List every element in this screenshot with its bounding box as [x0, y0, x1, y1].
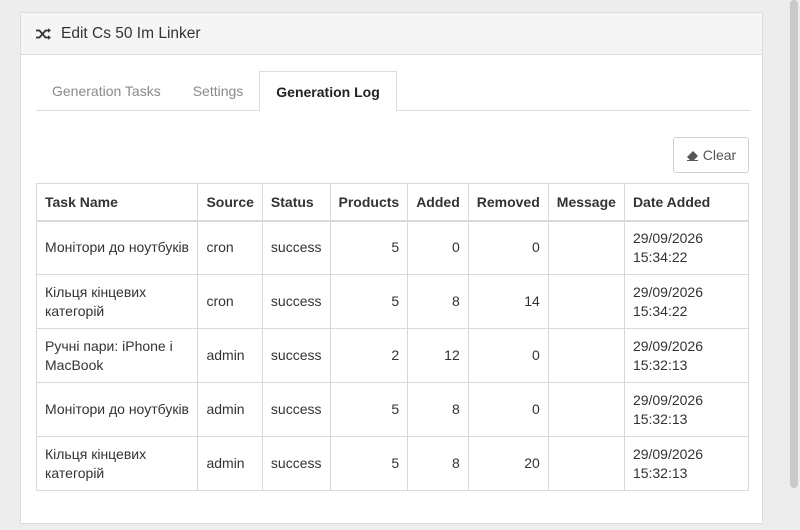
cell-status: success: [261, 274, 331, 329]
table-row: Монітори до ноутбуків cron success 5 0 0…: [35, 220, 750, 275]
cell-task-name: Ручні пари: iPhone і MacBook: [35, 328, 199, 383]
header-removed: Removed: [467, 183, 549, 222]
cell-status: success: [261, 328, 331, 383]
cell-removed: 0: [467, 328, 549, 383]
cell-added: 8: [407, 436, 469, 491]
header-task-name: Task Name: [35, 183, 199, 222]
cell-products: 5: [329, 436, 409, 491]
cell-added: 12: [407, 328, 469, 383]
cell-date-added: 29/09/2026 15:34:22: [623, 220, 750, 275]
cell-status: success: [261, 220, 331, 275]
table-row: Кільця кінцевих категорій cron success 5…: [35, 274, 750, 329]
edit-panel: Edit Cs 50 Im Linker Generation Tasks Se…: [20, 12, 763, 524]
table-row: Ручні пари: iPhone і MacBook admin succe…: [35, 328, 750, 383]
header-products: Products: [329, 183, 409, 222]
cell-date-added: 29/09/2026 15:34:22: [623, 274, 750, 329]
shuffle-icon: [36, 27, 51, 40]
cell-status: success: [261, 382, 331, 437]
cell-source: admin: [197, 328, 263, 383]
clear-button[interactable]: Clear: [673, 137, 749, 173]
cell-products: 5: [329, 220, 409, 275]
header-status: Status: [261, 183, 331, 222]
cell-status: success: [261, 436, 331, 491]
panel-heading: Edit Cs 50 Im Linker: [21, 13, 762, 55]
cell-message: [547, 382, 625, 437]
cell-source: admin: [197, 382, 263, 437]
page-scrollbar[interactable]: [790, 0, 798, 488]
cell-date-added: 29/09/2026 15:32:13: [623, 436, 750, 491]
tab-generation-tasks[interactable]: Generation Tasks: [36, 71, 177, 111]
table-row: Кільця кінцевих категорій admin success …: [35, 436, 750, 491]
cell-source: admin: [197, 436, 263, 491]
tab-settings[interactable]: Settings: [177, 71, 260, 111]
cell-products: 2: [329, 328, 409, 383]
generation-log-table: Task Name Source Status Products Added R…: [35, 183, 750, 491]
cell-task-name: Монітори до ноутбуків: [35, 382, 199, 437]
tab-generation-log[interactable]: Generation Log: [259, 71, 397, 112]
cell-source: cron: [197, 220, 263, 275]
panel-title: Edit Cs 50 Im Linker: [61, 24, 201, 42]
clear-button-label: Clear: [702, 147, 737, 163]
cell-date-added: 29/09/2026 15:32:13: [623, 382, 750, 437]
cell-message: [547, 436, 625, 491]
cell-removed: 0: [467, 382, 549, 437]
cell-message: [547, 274, 625, 329]
cell-removed: 20: [467, 436, 549, 491]
cell-message: [547, 220, 625, 275]
cell-products: 5: [329, 274, 409, 329]
eraser-icon: [686, 150, 698, 161]
cell-added: 0: [407, 220, 469, 275]
cell-task-name: Монітори до ноутбуків: [35, 220, 199, 275]
header-added: Added: [407, 183, 469, 222]
header-source: Source: [197, 183, 263, 222]
table-row: Монітори до ноутбуків admin success 5 8 …: [35, 382, 750, 437]
cell-products: 5: [329, 382, 409, 437]
cell-task-name: Кільця кінцевих категорій: [35, 436, 199, 491]
cell-removed: 0: [467, 220, 549, 275]
cell-date-added: 29/09/2026 15:32:13: [623, 328, 750, 383]
cell-removed: 14: [467, 274, 549, 329]
cell-added: 8: [407, 382, 469, 437]
cell-source: cron: [197, 274, 263, 329]
table-header-row: Task Name Source Status Products Added R…: [35, 183, 750, 222]
header-date-added: Date Added: [623, 183, 750, 222]
header-message: Message: [547, 183, 625, 222]
cell-added: 8: [407, 274, 469, 329]
cell-message: [547, 328, 625, 383]
cell-task-name: Кільця кінцевих категорій: [35, 274, 199, 329]
tab-bar: Generation Tasks Settings Generation Log: [36, 71, 750, 112]
